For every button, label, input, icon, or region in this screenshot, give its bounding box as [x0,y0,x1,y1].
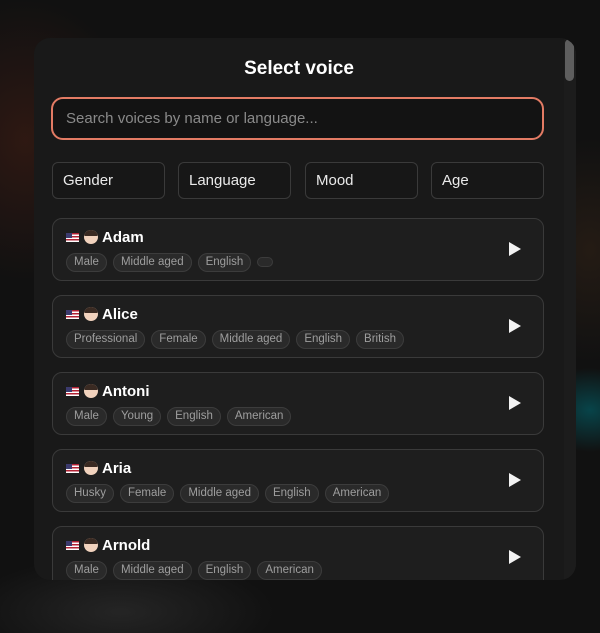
voice-header: Adam [66,227,144,247]
play-icon [509,242,521,256]
person-avatar-icon [84,538,98,552]
voice-tags: Husky Female Middle aged English America… [66,484,390,503]
voice-tag: Male [66,253,107,272]
voice-tag: Middle aged [112,561,192,580]
voice-item-aria[interactable]: Aria Husky Female Middle aged English Am… [52,449,544,512]
voice-tag: American [324,484,390,503]
play-button[interactable] [507,241,523,257]
voice-tag: English [264,484,319,503]
voice-tag: Young [112,407,162,426]
play-icon [509,396,521,410]
person-avatar-icon [84,307,98,321]
person-avatar-icon [84,384,98,398]
voice-name: Adam [102,228,144,246]
filter-language[interactable]: Language [178,162,291,199]
voice-tag: Female [119,484,175,503]
voice-tag: Middle aged [112,253,192,272]
voice-tag: Male [66,561,107,580]
play-button[interactable] [507,472,523,488]
filter-age[interactable]: Age [431,162,544,199]
voice-item-alice[interactable]: Alice Professional Female Middle aged En… [52,295,544,358]
scrollbar-track[interactable] [564,38,576,580]
voice-name: Antoni [102,382,150,400]
voice-item-adam[interactable]: Adam Male Middle aged English [52,218,544,281]
us-flag-icon [66,232,79,242]
voice-tag: Male [66,407,107,426]
voice-item-antoni[interactable]: Antoni Male Young English American [52,372,544,435]
voice-item-arnold[interactable]: Arnold Male Middle aged English American [52,526,544,580]
voice-tags: Male Middle aged English American [66,561,322,580]
filter-mood[interactable]: Mood [305,162,418,199]
play-icon [509,550,521,564]
voice-tag: Middle aged [180,484,259,503]
voice-tag: British [356,330,404,349]
play-button[interactable] [507,395,523,411]
voice-tags: Male Middle aged English [66,253,274,272]
voice-tags: Male Young English American [66,407,292,426]
play-button[interactable] [507,318,523,334]
select-voice-modal: Select voice Gender Language Mood Age Ad… [34,38,576,580]
voice-tag-empty [257,257,274,267]
voice-name: Aria [102,459,132,477]
search-input[interactable] [51,97,544,140]
us-flag-icon [66,463,79,473]
voice-tag: Female [151,330,206,349]
modal-title: Select voice [244,58,354,79]
voice-tag: Middle aged [211,330,291,349]
play-icon [509,473,521,487]
us-flag-icon [66,309,79,319]
voice-tag: English [167,407,221,426]
play-button[interactable] [507,549,523,565]
scrollbar-thumb[interactable] [565,39,574,81]
voice-header: Antoni [66,381,149,401]
person-avatar-icon [84,230,98,244]
voice-tag: English [296,330,351,349]
voice-tag: English [197,253,252,272]
voice-tag: Husky [66,484,114,503]
voice-header: Aria [66,458,131,478]
voice-tag: Professional [66,330,146,349]
voice-header: Arnold [66,535,150,555]
us-flag-icon [66,386,79,396]
voice-tag: American [226,407,292,426]
voice-name: Alice [102,305,138,323]
voice-name: Arnold [102,536,151,554]
person-avatar-icon [84,461,98,475]
voice-tag: English [197,561,252,580]
voice-tags: Professional Female Middle aged English … [66,330,404,349]
play-icon [509,319,521,333]
voice-tag: American [257,561,322,580]
us-flag-icon [66,540,79,550]
filter-gender[interactable]: Gender [52,162,165,199]
voice-header: Alice [66,304,138,324]
